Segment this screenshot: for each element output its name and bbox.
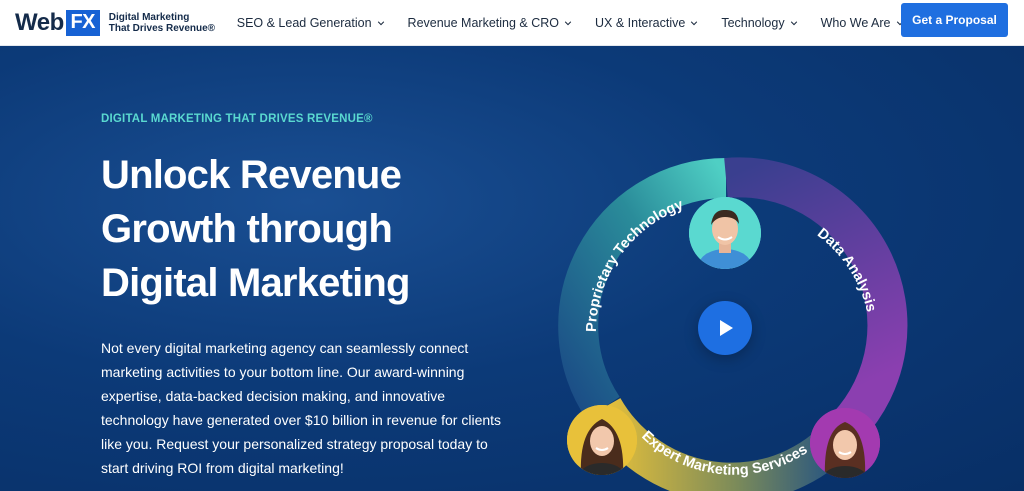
headline-line3: Digital Marketing (101, 261, 410, 305)
logo-tagline: Digital Marketing That Drives Revenue® (109, 12, 219, 34)
nav-item-seo[interactable]: SEO & Lead Generation (237, 16, 385, 30)
person-icon (567, 405, 637, 475)
services-ring-graphic: Proprietary Technology Data Analysis Exp… (548, 146, 908, 491)
site-header: Web FX Digital Marketing That Drives Rev… (0, 0, 1024, 46)
nav-item-technology[interactable]: Technology (721, 16, 797, 30)
play-icon (720, 320, 733, 336)
nav-label: Who We Are (820, 15, 891, 30)
avatar-woman-left (567, 405, 637, 475)
person-icon (689, 197, 761, 269)
get-proposal-button[interactable]: Get a Proposal (901, 3, 1008, 37)
chevron-down-icon (790, 20, 797, 25)
logo-tagline-line2: That Drives Revenue® (108, 22, 216, 34)
main-nav: SEO & Lead Generation Revenue Marketing … (237, 0, 927, 46)
logo-tagline-line1: Digital Marketing (108, 11, 190, 23)
hero-eyebrow: DIGITAL MARKETING THAT DRIVES REVENUE® (101, 113, 373, 125)
logo-web-text: Web (15, 8, 64, 36)
chevron-down-icon (564, 20, 572, 25)
headline-line2: Growth through (101, 207, 393, 251)
nav-label: Revenue Marketing & CRO (407, 15, 559, 30)
nav-item-who-we-are[interactable]: Who We Are (821, 16, 904, 30)
avatar-woman-right (810, 408, 880, 478)
headline-line1: Unlock Revenue (101, 153, 402, 197)
person-icon (810, 408, 880, 478)
hero-headline: Unlock Revenue Growth through Digital Ma… (101, 148, 501, 310)
logo-fx-badge: FX (65, 9, 100, 36)
play-video-button[interactable] (698, 301, 752, 355)
nav-label: SEO & Lead Generation (236, 15, 372, 30)
avatar-man (689, 197, 761, 269)
nav-label: Technology (721, 15, 785, 30)
chevron-down-icon (691, 20, 698, 25)
nav-item-revenue[interactable]: Revenue Marketing & CRO (408, 16, 572, 30)
chevron-down-icon (377, 20, 384, 25)
nav-label: UX & Interactive (595, 15, 686, 30)
webfx-logo[interactable]: Web FX Digital Marketing That Drives Rev… (15, 0, 219, 46)
nav-item-ux[interactable]: UX & Interactive (595, 16, 698, 30)
hero-section: DIGITAL MARKETING THAT DRIVES REVENUE® U… (0, 46, 1024, 491)
hero-description: Not every digital marketing agency can s… (101, 340, 502, 476)
